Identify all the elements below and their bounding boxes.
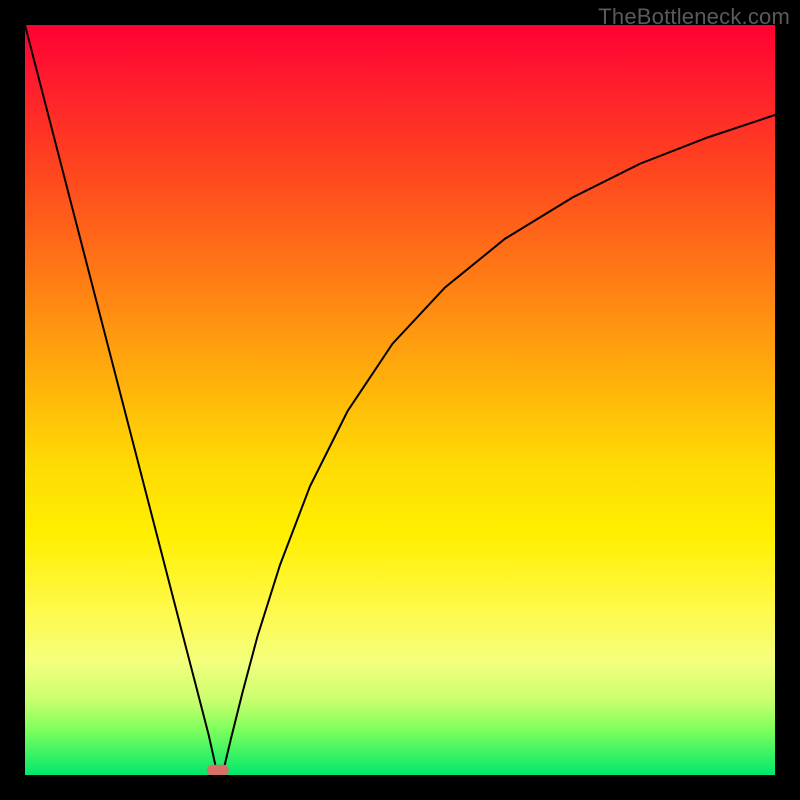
curve-left [25, 25, 216, 769]
plot-area [25, 25, 775, 775]
watermark-text: TheBottleneck.com [598, 4, 790, 30]
curve-group [25, 25, 775, 775]
chart-svg [25, 25, 775, 775]
curve-right [224, 115, 775, 769]
min-marker [207, 765, 229, 775]
chart-container: TheBottleneck.com [0, 0, 800, 800]
